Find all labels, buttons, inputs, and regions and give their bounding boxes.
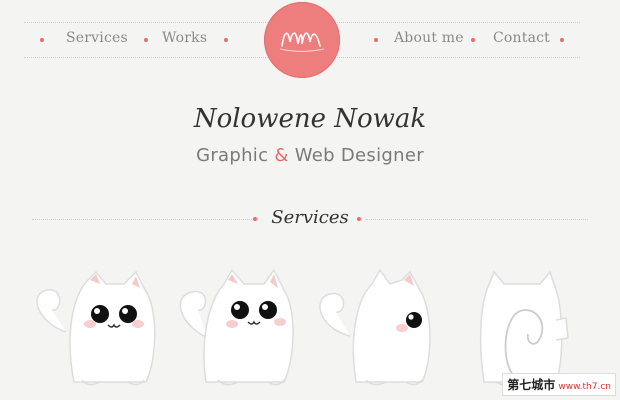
nav-dot — [471, 38, 475, 42]
watermark: 第七城市 www.th7.cn — [502, 373, 616, 396]
logo-mm-icon[interactable] — [264, 2, 340, 78]
section-divider-right — [366, 219, 588, 220]
tagline-web: Web Designer — [294, 145, 424, 166]
cat-side-icon — [319, 268, 431, 386]
nav-dot — [560, 38, 564, 42]
watermark-url: www.th7.cn — [558, 382, 611, 392]
nav-contact[interactable]: Contact — [493, 30, 550, 46]
designer-tagline: Graphic & Web Designer — [0, 145, 620, 166]
nav-dot — [144, 38, 148, 42]
designer-name: Nolowene Nowak — [193, 104, 427, 134]
cat-threequarter-icon — [179, 268, 294, 386]
section-dot — [357, 217, 361, 221]
watermark-cn: 第七城市 — [507, 378, 556, 392]
section-title: Services — [271, 207, 349, 228]
nav-about[interactable]: About me — [394, 30, 464, 46]
nav-dot — [224, 38, 228, 42]
nav-services[interactable]: Services — [66, 30, 128, 46]
nav-dot — [374, 38, 378, 42]
tagline-ampersand: & — [274, 145, 289, 166]
cat-front-icon — [36, 270, 156, 386]
nav-dot — [40, 38, 44, 42]
tagline-graphic: Graphic — [196, 145, 269, 166]
nav-works[interactable]: Works — [162, 30, 207, 46]
